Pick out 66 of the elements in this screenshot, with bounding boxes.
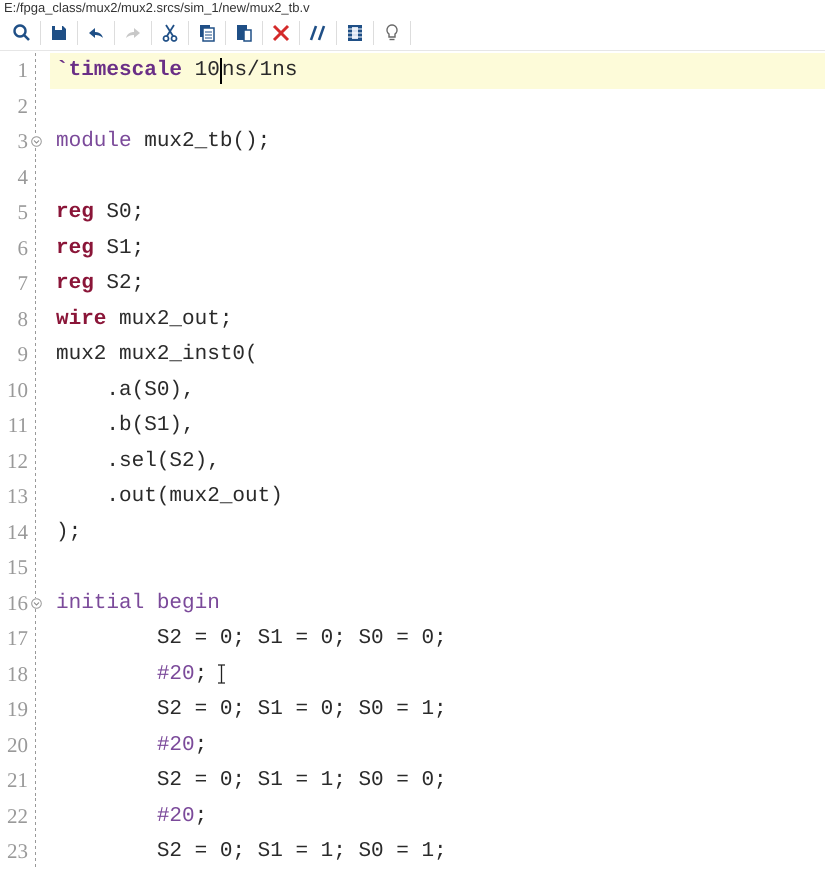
code-text: #20 xyxy=(156,662,195,686)
code-text: .out(mux2_out) xyxy=(105,485,283,508)
code-text: module xyxy=(56,130,132,154)
code-text: S2 = 0; S1 = 1; S0 = 0; xyxy=(156,769,447,792)
line-number: 2 xyxy=(16,94,28,119)
copy-icon xyxy=(197,23,217,43)
file-path: E:/fpga_class/mux2/mux2.srcs/sim_1/new/mux2_tb.v xyxy=(3,0,311,16)
line-number: 18 xyxy=(6,662,28,687)
text-cursor-icon xyxy=(217,664,226,684)
line-number: 6 xyxy=(16,236,28,261)
line-number: 1 xyxy=(16,58,28,84)
code-text: ; xyxy=(194,662,208,686)
line-number: 7 xyxy=(16,271,28,296)
line-number: 5 xyxy=(16,200,28,226)
code-text: #20 xyxy=(156,734,195,757)
line-number: 16 xyxy=(6,590,28,616)
collapse-icon[interactable] xyxy=(30,136,42,148)
line-number: 23 xyxy=(6,839,28,864)
text-caret xyxy=(220,58,222,84)
code-text: .sel(S2), xyxy=(105,450,220,473)
columns-icon xyxy=(345,23,365,43)
code-text: reg xyxy=(56,272,94,296)
line-number: 15 xyxy=(6,555,28,580)
code-text: #20 xyxy=(156,804,195,828)
line-number: 19 xyxy=(6,697,28,722)
line-number: 3 xyxy=(16,129,28,154)
line-number: 11 xyxy=(6,413,28,438)
line-number: 8 xyxy=(16,306,28,332)
line-number: 9 xyxy=(16,342,28,368)
code-text: 10 xyxy=(194,59,220,82)
code-text: mux2_out; xyxy=(118,308,232,331)
line-number: 13 xyxy=(6,484,28,510)
code-text: S2; xyxy=(105,272,144,296)
line-number: 14 xyxy=(6,520,28,545)
line-number: 21 xyxy=(6,768,28,794)
line-number: 17 xyxy=(6,626,28,652)
code-text: S1; xyxy=(105,236,144,260)
cross-icon xyxy=(271,23,291,43)
code-text: initial begin xyxy=(56,592,220,615)
line-number: 20 xyxy=(6,732,28,758)
line-number: 10 xyxy=(6,378,28,403)
code-text: ); xyxy=(56,520,82,544)
code-text: S0; xyxy=(105,201,144,224)
line-number: 4 xyxy=(16,164,28,190)
code-text: ns/1ns xyxy=(222,59,298,82)
code-text: .b(S1), xyxy=(105,414,195,438)
code-text: reg xyxy=(56,201,94,224)
code-text: mux2 mux2_inst0( xyxy=(56,343,258,366)
code-text: ; xyxy=(194,804,208,828)
code-text: `timescale xyxy=(56,59,182,82)
code-text: reg xyxy=(56,236,94,260)
line-number: 12 xyxy=(6,448,28,474)
code-text: ; xyxy=(194,734,208,757)
code-text: mux2_tb(); xyxy=(143,130,270,154)
code-text: S2 = 0; S1 = 0; S0 = 0; xyxy=(156,627,447,650)
code-text: .a(S0), xyxy=(105,378,195,402)
code-text: wire xyxy=(56,308,106,331)
scissors-icon xyxy=(160,23,180,43)
code-text: S2 = 0; S1 = 0; S0 = 1; xyxy=(156,698,447,722)
collapse-icon[interactable] xyxy=(30,598,42,609)
paste-icon xyxy=(234,23,254,43)
save-icon xyxy=(49,23,69,43)
code-text: S2 = 0; S1 = 1; S0 = 1; xyxy=(156,840,447,864)
comment-icon xyxy=(308,23,328,43)
line-number: 22 xyxy=(6,804,28,829)
search-icon xyxy=(12,23,32,43)
